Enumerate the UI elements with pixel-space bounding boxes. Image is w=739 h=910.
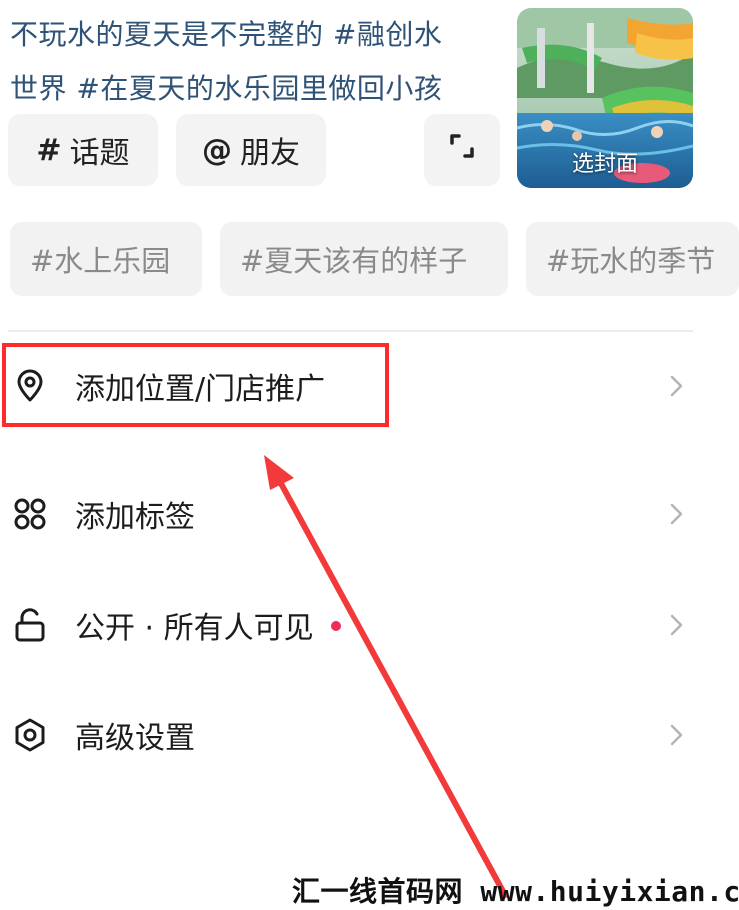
choose-cover-label: 选封面 xyxy=(571,152,638,177)
advanced-settings-row[interactable]: 高级设置 xyxy=(0,695,739,775)
caption-line-1: 不玩水的夏天是不完整的 #融创水 xyxy=(10,18,443,51)
mention-friend-button[interactable]: @ 朋友 xyxy=(176,114,326,186)
add-location-row[interactable]: 添加位置/门店推广 xyxy=(0,346,739,426)
add-tags-label: 添加标签 xyxy=(75,500,195,535)
watermark-text: 汇一线首码网 www.huiyixian.com xyxy=(292,875,739,908)
chevron-right-icon xyxy=(664,720,688,750)
expand-icon xyxy=(448,132,476,168)
hashtag-icon: # xyxy=(36,132,62,168)
add-tags-row[interactable]: 添加标签 xyxy=(0,474,739,554)
chevron-right-icon xyxy=(664,499,688,529)
suggested-tag[interactable]: #玩水的季节 xyxy=(526,222,739,296)
caption-line-2: 世界 #在夏天的水乐园里做回小孩 xyxy=(10,72,443,105)
topic-button-label: 话题 xyxy=(69,136,130,171)
suggested-tag[interactable]: #水上乐园 xyxy=(10,222,202,296)
post-caption[interactable]: 不玩水的夏天是不完整的 #融创水 世界 #在夏天的水乐园里做回小孩 xyxy=(10,8,490,116)
advanced-settings-label: 高级设置 xyxy=(75,721,195,756)
chevron-right-icon xyxy=(664,610,688,640)
hexagon-settings-icon xyxy=(10,715,50,755)
topic-button[interactable]: # 话题 xyxy=(8,114,158,186)
section-divider xyxy=(8,330,693,332)
suggested-tag[interactable]: #夏天该有的样子 xyxy=(220,222,508,296)
notification-dot xyxy=(331,621,341,631)
add-location-label: 添加位置/门店推广 xyxy=(75,372,326,407)
publish-settings-page: 不玩水的夏天是不完整的 #融创水 世界 #在夏天的水乐园里做回小孩 # 话题 @… xyxy=(0,0,739,910)
unlock-icon xyxy=(10,605,50,645)
privacy-label: 公开 · 所有人可见 xyxy=(75,611,314,646)
expand-button[interactable] xyxy=(424,114,500,186)
at-icon: @ xyxy=(202,132,232,168)
privacy-row[interactable]: 公开 · 所有人可见 xyxy=(0,585,739,665)
chevron-right-icon xyxy=(664,371,688,401)
friend-button-label: 朋友 xyxy=(240,136,300,171)
location-pin-icon xyxy=(10,366,50,406)
cover-thumbnail[interactable]: 选封面 xyxy=(517,8,693,188)
grid-icon xyxy=(10,494,50,534)
